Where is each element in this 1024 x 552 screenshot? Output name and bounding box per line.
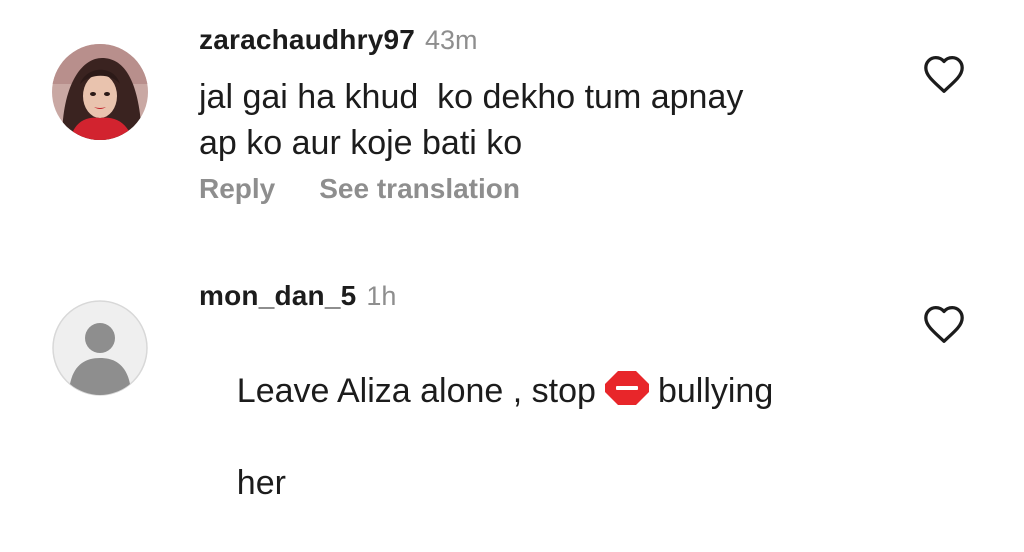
reply-button[interactable]: Reply (199, 173, 275, 205)
comment-text-line2: her (236, 464, 286, 502)
username[interactable]: mon_dan_5 (199, 280, 356, 312)
heart-icon[interactable] (922, 54, 966, 94)
comment-item: zarachaudhry97 43m jal gai ha khud ko de… (0, 0, 1024, 230)
heart-icon[interactable] (922, 304, 966, 344)
profile-photo-icon (52, 44, 148, 140)
default-avatar-icon (52, 300, 148, 396)
comment-text-start: Leave Aliza alone , stop (236, 372, 596, 410)
timestamp: 43m (425, 25, 478, 55)
comment-text: Leave Aliza alone , stop bullying her (199, 322, 899, 552)
comment-text-end: bullying (657, 372, 774, 410)
comment-item: mon_dan_5 1h Leave Aliza alone , stop bu… (0, 230, 1024, 502)
timestamp: 1h (366, 281, 397, 311)
see-translation-button[interactable]: See translation (319, 173, 520, 205)
avatar[interactable] (52, 44, 148, 140)
stop-sign-icon (604, 371, 649, 405)
username[interactable]: zarachaudhry97 (199, 24, 415, 56)
avatar[interactable] (52, 300, 148, 396)
comment-text: jal gai ha khud ko dekho tum apnay ap ko… (199, 78, 744, 162)
